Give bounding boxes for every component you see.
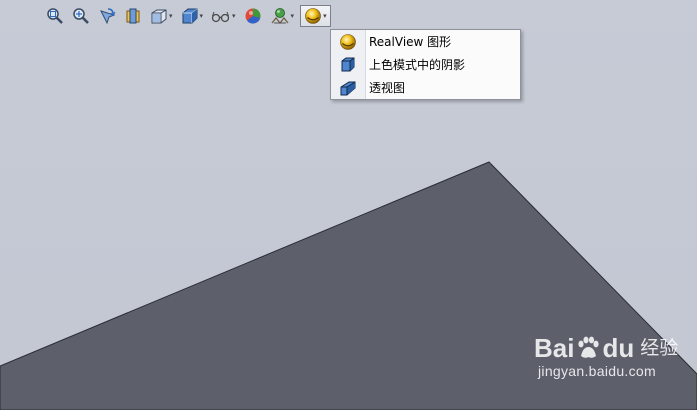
baidu-jingyan-watermark: Bai du 经验 jingyan.baidu.com xyxy=(534,333,684,379)
hide-show-items-button[interactable]: ▾ xyxy=(209,5,238,27)
view-settings-icon xyxy=(305,8,321,24)
section-view-button[interactable] xyxy=(122,5,144,27)
zoom-to-area-button[interactable] xyxy=(70,5,92,27)
view-orientation-icon xyxy=(151,9,167,24)
watermark-brand-suffix: du xyxy=(602,333,635,363)
menu-item-perspective[interactable]: 透视图 xyxy=(331,76,520,99)
menu-item-realview[interactable]: RealView 图形 xyxy=(331,30,520,53)
previous-view-icon xyxy=(100,8,116,25)
watermark-brand: Bai xyxy=(534,333,575,363)
view-settings-button[interactable]: ▾ xyxy=(300,5,331,27)
dropdown-arrow-icon: ▾ xyxy=(323,11,327,20)
zoom-to-fit-icon xyxy=(47,8,63,24)
display-style-icon xyxy=(182,8,198,24)
menu-item-label: RealView 图形 xyxy=(369,35,452,49)
hide-show-items-icon xyxy=(211,11,230,23)
view-settings-menu: RealView 图形 上色模式中的阴影 透视图 xyxy=(330,29,521,100)
display-style-button[interactable]: ▾ xyxy=(179,5,206,27)
menu-item-shadows-in-shaded-mode[interactable]: 上色模式中的阴影 xyxy=(331,53,520,76)
apply-scene-icon xyxy=(271,8,289,24)
shaded-cube-icon xyxy=(331,56,365,74)
dropdown-arrow-icon: ▾ xyxy=(290,11,295,20)
watermark-url: jingyan.baidu.com xyxy=(538,363,656,379)
realview-sphere-icon xyxy=(331,33,365,51)
perspective-box-icon xyxy=(331,79,365,97)
edit-appearance-icon xyxy=(245,8,261,24)
heads-up-view-toolbar: ▾ ▾ ▾ ▾ ▾ xyxy=(44,4,335,28)
menu-item-label: 上色模式中的阴影 xyxy=(369,58,466,72)
baidu-paw-icon xyxy=(578,336,600,358)
zoom-to-area-icon xyxy=(73,8,89,24)
previous-view-button[interactable] xyxy=(96,5,118,27)
edit-appearance-button[interactable] xyxy=(242,5,264,27)
zoom-to-fit-button[interactable] xyxy=(44,5,66,27)
watermark-brand-cn: 经验 xyxy=(640,337,679,359)
apply-scene-button[interactable]: ▾ xyxy=(268,5,297,27)
dropdown-arrow-icon: ▾ xyxy=(169,11,173,20)
dropdown-arrow-icon: ▾ xyxy=(232,11,236,20)
section-view-icon xyxy=(126,8,140,24)
dropdown-arrow-icon: ▾ xyxy=(199,11,204,20)
menu-item-label: 透视图 xyxy=(369,81,406,95)
view-orientation-button[interactable]: ▾ xyxy=(148,5,175,27)
